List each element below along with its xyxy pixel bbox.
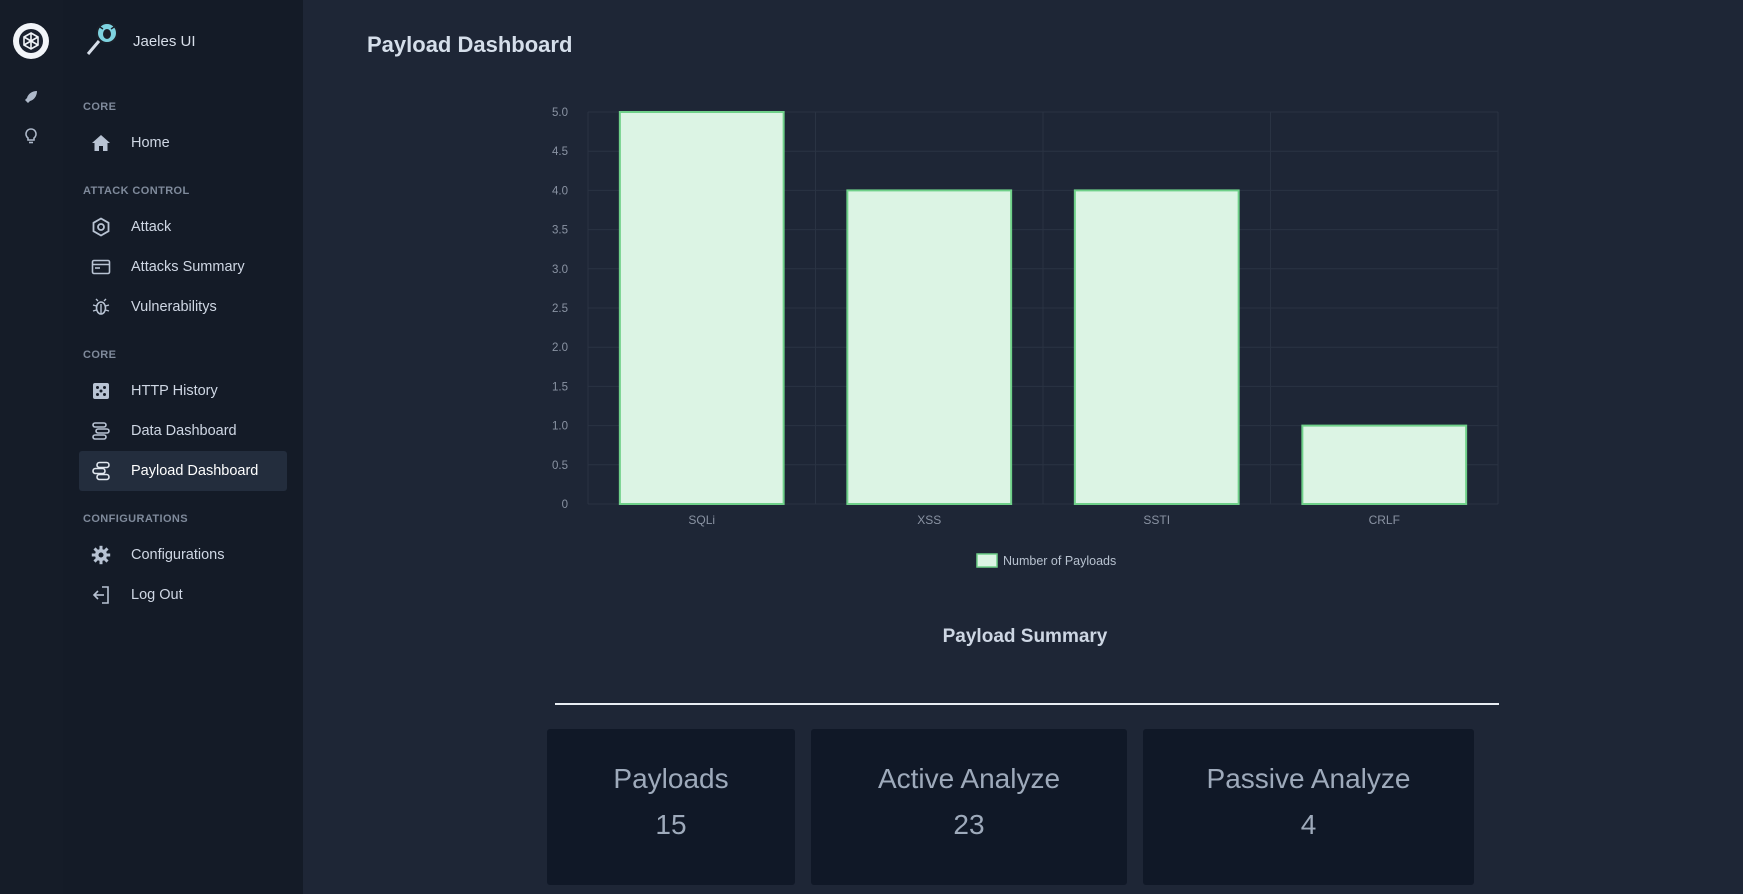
card-label: Passive Analyze (1206, 763, 1411, 794)
y-tick-label: 0.5 (552, 460, 568, 472)
sidebar-item-payload-dashboard[interactable]: Payload Dashboard (79, 451, 287, 491)
bar-sqli (618, 111, 785, 505)
summary-title: Payload Summary (942, 626, 1108, 647)
sidebar-item-attacks-summary[interactable]: Attacks Summary (79, 247, 287, 287)
rocket-icon[interactable] (21, 87, 41, 107)
x-tick-label: SQLi (688, 513, 715, 527)
y-tick-label: 2.0 (552, 342, 568, 354)
sidebar-item-label: HTTP History (131, 383, 218, 399)
legend-swatch (976, 553, 998, 568)
y-tick-label: 1.0 (552, 421, 568, 433)
logout-icon (90, 584, 112, 606)
sidebar-item-label: Data Dashboard (131, 423, 237, 439)
card-label: Payloads (613, 763, 729, 794)
y-tick-label: 0 (562, 499, 568, 511)
x-tick-label: CRLF (1369, 513, 1400, 527)
sidebar-item-label: Payload Dashboard (131, 463, 259, 479)
bar-crlf (1301, 424, 1468, 506)
y-tick-label: 2.5 (552, 303, 568, 315)
sidebar-item-label: Attack (131, 219, 172, 235)
bug-icon (90, 296, 112, 318)
brand[interactable]: Jaeles UI (83, 20, 196, 62)
sidebar-item-label: Home (131, 135, 170, 151)
summary-card-active-analyze: Active Analyze 23 (811, 729, 1127, 885)
dice-icon (90, 380, 112, 402)
sidebar-item-log-out[interactable]: Log Out (79, 575, 287, 615)
sidebar-item-label: Vulnerabilitys (131, 299, 217, 315)
card-value: 15 (655, 809, 687, 840)
sidebar-item-home[interactable]: Home (79, 123, 287, 163)
x-tick-label: XSS (917, 513, 941, 527)
card-value: 4 (1300, 809, 1317, 840)
y-tick-label: 4.5 (552, 146, 568, 158)
y-tick-label: 3.5 (552, 225, 568, 237)
sidebar-item-data-dashboard[interactable]: Data Dashboard (79, 411, 287, 451)
sidebar-item-label: Attacks Summary (131, 259, 245, 275)
bar-xss (846, 189, 1013, 506)
app-logo-icon[interactable] (13, 23, 49, 59)
icon-rail (0, 0, 63, 894)
sidebar-item-configurations[interactable]: Configurations (79, 535, 287, 575)
card-label: Active Analyze (877, 763, 1061, 794)
sidebar-item-attack[interactable]: Attack (79, 207, 287, 247)
magnifier-bug-icon (83, 19, 123, 64)
summary-card-payloads: Payloads 15 (547, 729, 795, 885)
section-label-attack-control: ATTACK CONTROL (83, 185, 190, 197)
chart-svg: 0 0.5 1.0 1.5 2.0 2.5 3.0 3.5 4.0 4.5 5.0 SQLi XSS SS… (552, 107, 1499, 568)
card-value: 23 (953, 809, 985, 840)
hexagon-icon (90, 216, 112, 238)
payload-bar-chart: 0 0.5 1.0 1.5 2.0 2.5 3.0 3.5 4.0 4.5 5.0 SQLi XSS SS… (540, 95, 1510, 575)
page-title: Payload Dashboard (367, 32, 573, 57)
browser-window-icon (90, 256, 112, 278)
app-name: Jaeles UI (133, 32, 196, 50)
sidebar-item-vulnerabilitys[interactable]: Vulnerabilitys (79, 287, 287, 327)
x-tick-label: SSTI (1143, 513, 1170, 527)
summary-card-passive-analyze: Passive Analyze 4 (1143, 729, 1474, 885)
sidebar-item-label: Configurations (131, 547, 225, 563)
section-label-core-2: CORE (83, 349, 117, 361)
y-tick-label: 5.0 (552, 107, 568, 119)
home-icon (90, 132, 112, 154)
lightbulb-icon[interactable] (21, 126, 41, 146)
legend-label: Number of Payloads (1003, 554, 1116, 568)
gear-icon (90, 544, 112, 566)
stack-icon (90, 420, 112, 442)
bar-ssti (1073, 189, 1240, 506)
section-label-configurations: CONFIGURATIONS (83, 513, 189, 525)
y-tick-label: 4.0 (552, 185, 568, 197)
section-label-core: CORE (83, 101, 117, 113)
sidebar-item-http-history[interactable]: HTTP History (79, 371, 287, 411)
summary-divider (555, 703, 1499, 705)
y-tick-label: 3.0 (552, 264, 568, 276)
sidebar: Jaeles UI CORE Home ATTACK CONTROL Attac… (63, 0, 303, 894)
sidebar-item-label: Log Out (131, 587, 183, 603)
route-icon (90, 460, 112, 482)
y-tick-label: 1.5 (552, 381, 568, 393)
